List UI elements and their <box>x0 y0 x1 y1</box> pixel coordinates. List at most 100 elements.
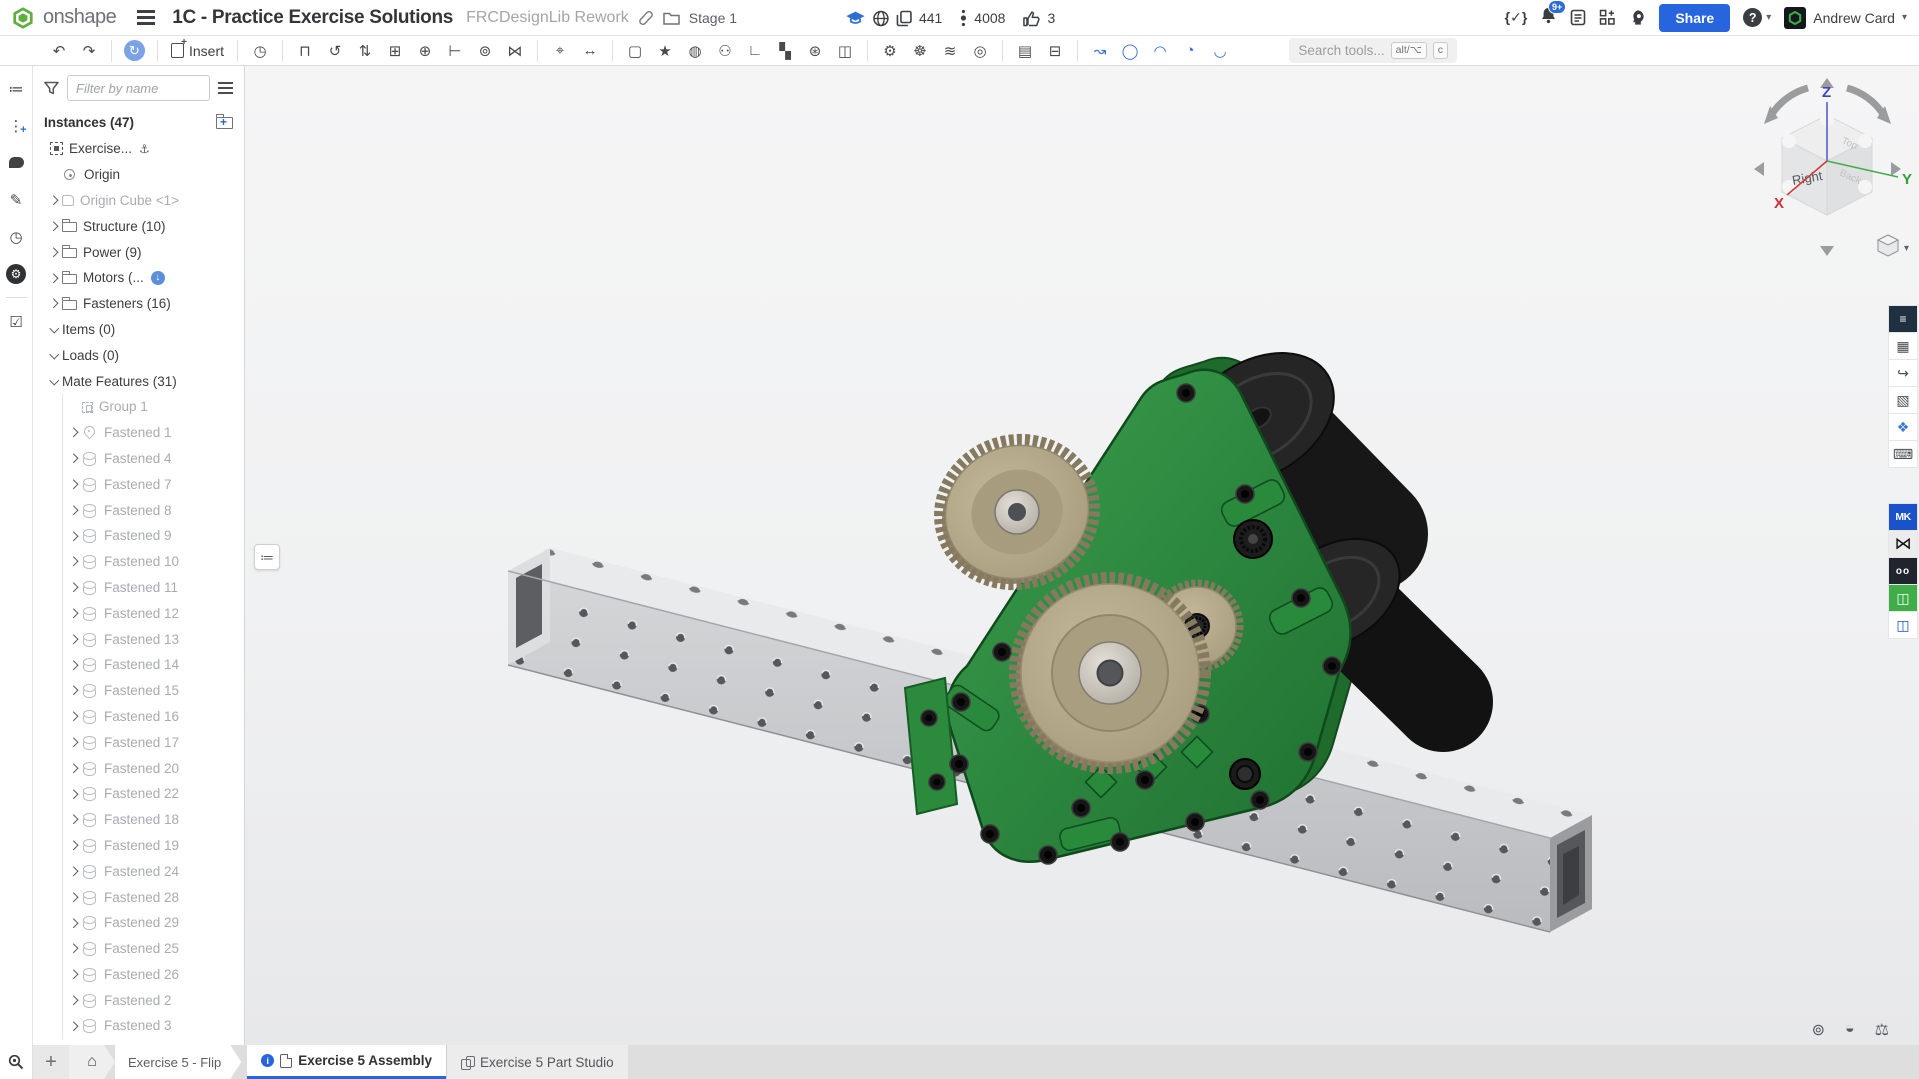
mk-app-icon[interactable]: MK <box>1889 504 1917 530</box>
versions-history-icon[interactable]: ⋮ <box>0 107 33 144</box>
publications-icon[interactable]: ◫ <box>832 39 858 63</box>
tree-item[interactable]: Fastened 14 <box>33 652 244 678</box>
chevron-icon[interactable] <box>67 894 82 901</box>
protractor-icon[interactable]: ◒ <box>1845 1020 1855 1040</box>
chevron-icon[interactable] <box>67 997 82 1004</box>
gear-relation-icon[interactable]: ⚙ <box>877 39 903 63</box>
revolute-mate-icon[interactable]: ↺ <box>322 39 348 63</box>
chevron-icon[interactable] <box>67 713 82 720</box>
chevron-icon[interactable] <box>67 662 82 669</box>
versions-pinwheel-icon[interactable]: ❖ <box>1889 414 1917 440</box>
toolbar-divider[interactable] <box>237 40 238 62</box>
tree-item[interactable]: Power (9) <box>33 239 244 265</box>
chevron-icon[interactable] <box>47 223 62 230</box>
tree-item[interactable]: Fastened 11 <box>33 575 244 601</box>
tree-item[interactable]: Items (0) <box>33 317 244 343</box>
measure-icon[interactable]: ↔ <box>577 39 603 63</box>
chevron-icon[interactable] <box>67 842 82 849</box>
chevron-icon[interactable] <box>47 249 62 256</box>
hamburger-menu-icon[interactable] <box>137 16 155 19</box>
link-icon[interactable] <box>638 10 654 26</box>
graphics-viewport[interactable]: ≔ Top Back Right Z Y X <box>245 66 1919 1045</box>
belt-relation-icon[interactable]: ◎ <box>967 39 993 63</box>
tree-item[interactable]: Fastened 15 <box>33 678 244 704</box>
tree-item[interactable]: Group 1 <box>33 394 244 420</box>
chevron-icon[interactable] <box>47 327 62 332</box>
new-tab-button[interactable]: + <box>33 1045 69 1079</box>
tree-item[interactable]: Origin <box>33 162 244 188</box>
add-folder-icon[interactable] <box>216 117 233 129</box>
undo-icon[interactable]: ↶ <box>46 39 72 63</box>
chevron-icon[interactable] <box>67 971 82 978</box>
named-positions-icon[interactable]: ★ <box>652 39 678 63</box>
mate-connector-icon[interactable]: ◷ <box>247 39 273 63</box>
robot-app-icon[interactable]: oo <box>1889 558 1917 584</box>
tree-item[interactable]: Fastened 19 <box>33 833 244 859</box>
tree-item[interactable]: Fastened 20 <box>33 755 244 781</box>
toolbar-divider[interactable] <box>1077 40 1078 62</box>
chevron-icon[interactable] <box>67 687 82 694</box>
chevron-icon[interactable] <box>67 920 82 927</box>
animate-rotate-icon[interactable]: ◯ <box>1117 39 1143 63</box>
tape-measure-icon[interactable]: ⊚ <box>1812 1020 1825 1040</box>
onshape-logo-icon[interactable] <box>12 7 34 29</box>
tree-item[interactable]: Fastened 22 <box>33 781 244 807</box>
toolbar-divider[interactable] <box>111 40 112 62</box>
tree-item[interactable]: Fastened 9 <box>33 523 244 549</box>
comments-icon[interactable] <box>0 144 33 181</box>
tree-item[interactable]: Fastened 26 <box>33 962 244 988</box>
relations-icon[interactable]: ⊛ <box>802 39 828 63</box>
tree-item[interactable]: Fastened 2 <box>33 987 244 1013</box>
chevron-icon[interactable] <box>67 558 82 565</box>
feature-scripts-icon[interactable]: {✓} <box>1505 9 1528 26</box>
tab-search-button[interactable] <box>0 1045 33 1079</box>
in-context-icon[interactable]: ∟ <box>742 39 768 63</box>
toolbar-divider[interactable] <box>612 40 613 62</box>
chevron-icon[interactable] <box>67 610 82 617</box>
filter-input[interactable] <box>67 75 210 101</box>
chevron-icon[interactable] <box>67 868 82 875</box>
chevron-icon[interactable] <box>67 507 82 514</box>
chevron-icon[interactable] <box>47 300 62 307</box>
apps-grid-icon[interactable] <box>1599 9 1616 26</box>
animate-mate-icon[interactable]: ◡ <box>1207 39 1233 63</box>
performance-icon[interactable] <box>0 255 33 292</box>
chevron-icon[interactable] <box>67 636 82 643</box>
chevron-icon[interactable] <box>67 533 82 540</box>
chevron-icon[interactable] <box>67 481 82 488</box>
checklist-icon[interactable]: ☑ <box>0 303 33 340</box>
configuration-panel-icon[interactable]: ▧ <box>1889 387 1917 413</box>
butterfly-app-icon[interactable]: ⋈ <box>1889 531 1917 557</box>
chevron-icon[interactable] <box>47 353 62 358</box>
tree-item[interactable]: Structure (10) <box>33 213 244 239</box>
blue-book-app-icon[interactable]: ◫ <box>1889 612 1917 638</box>
tree-item[interactable]: Origin Cube <1> <box>33 188 244 214</box>
parallel-mate-icon[interactable]: ⋈ <box>502 39 528 63</box>
toolbar-divider[interactable] <box>1002 40 1003 62</box>
tree-item[interactable]: Fastened 25 <box>33 936 244 962</box>
chevron-icon[interactable] <box>67 455 82 462</box>
tree-item[interactable]: Motors (... <box>33 265 244 291</box>
tree-item[interactable]: Fastened 10 <box>33 549 244 575</box>
fastened-mate-icon[interactable]: ⊓ <box>292 39 318 63</box>
tree-item[interactable]: Fasteners (16) <box>33 291 244 317</box>
tab-exercise5-partstudio[interactable]: Exercise 5 Part Studio <box>446 1045 628 1079</box>
notifications-bell-icon[interactable]: 9+ <box>1540 6 1557 29</box>
insert-button[interactable]: Insert <box>171 43 224 59</box>
tab-exercise5-assembly[interactable]: i Exercise 5 Assembly <box>247 1045 446 1079</box>
tree-item[interactable]: Fastened 7 <box>33 471 244 497</box>
animate-turntable-icon[interactable]: ◔ <box>1177 39 1203 63</box>
chevron-icon[interactable] <box>67 429 82 436</box>
chevron-icon[interactable] <box>47 379 62 384</box>
replicate-icon[interactable]: ◍ <box>682 39 708 63</box>
copies-icon[interactable] <box>896 10 912 27</box>
tree-item[interactable]: Fastened 24 <box>33 858 244 884</box>
user-menu[interactable]: Andrew Card ▾ <box>1784 7 1907 29</box>
strip-divider[interactable] <box>6 297 27 298</box>
tree-item[interactable]: Fastened 28 <box>33 884 244 910</box>
search-tools-input[interactable]: Search tools... alt/⌥ c <box>1289 38 1457 63</box>
select-box-icon[interactable]: ▢ <box>622 39 648 63</box>
toolbar-divider[interactable] <box>867 40 868 62</box>
export-part-icon[interactable]: ↪ <box>1889 360 1917 386</box>
follow-mode-icon[interactable]: ⚇ <box>712 39 738 63</box>
